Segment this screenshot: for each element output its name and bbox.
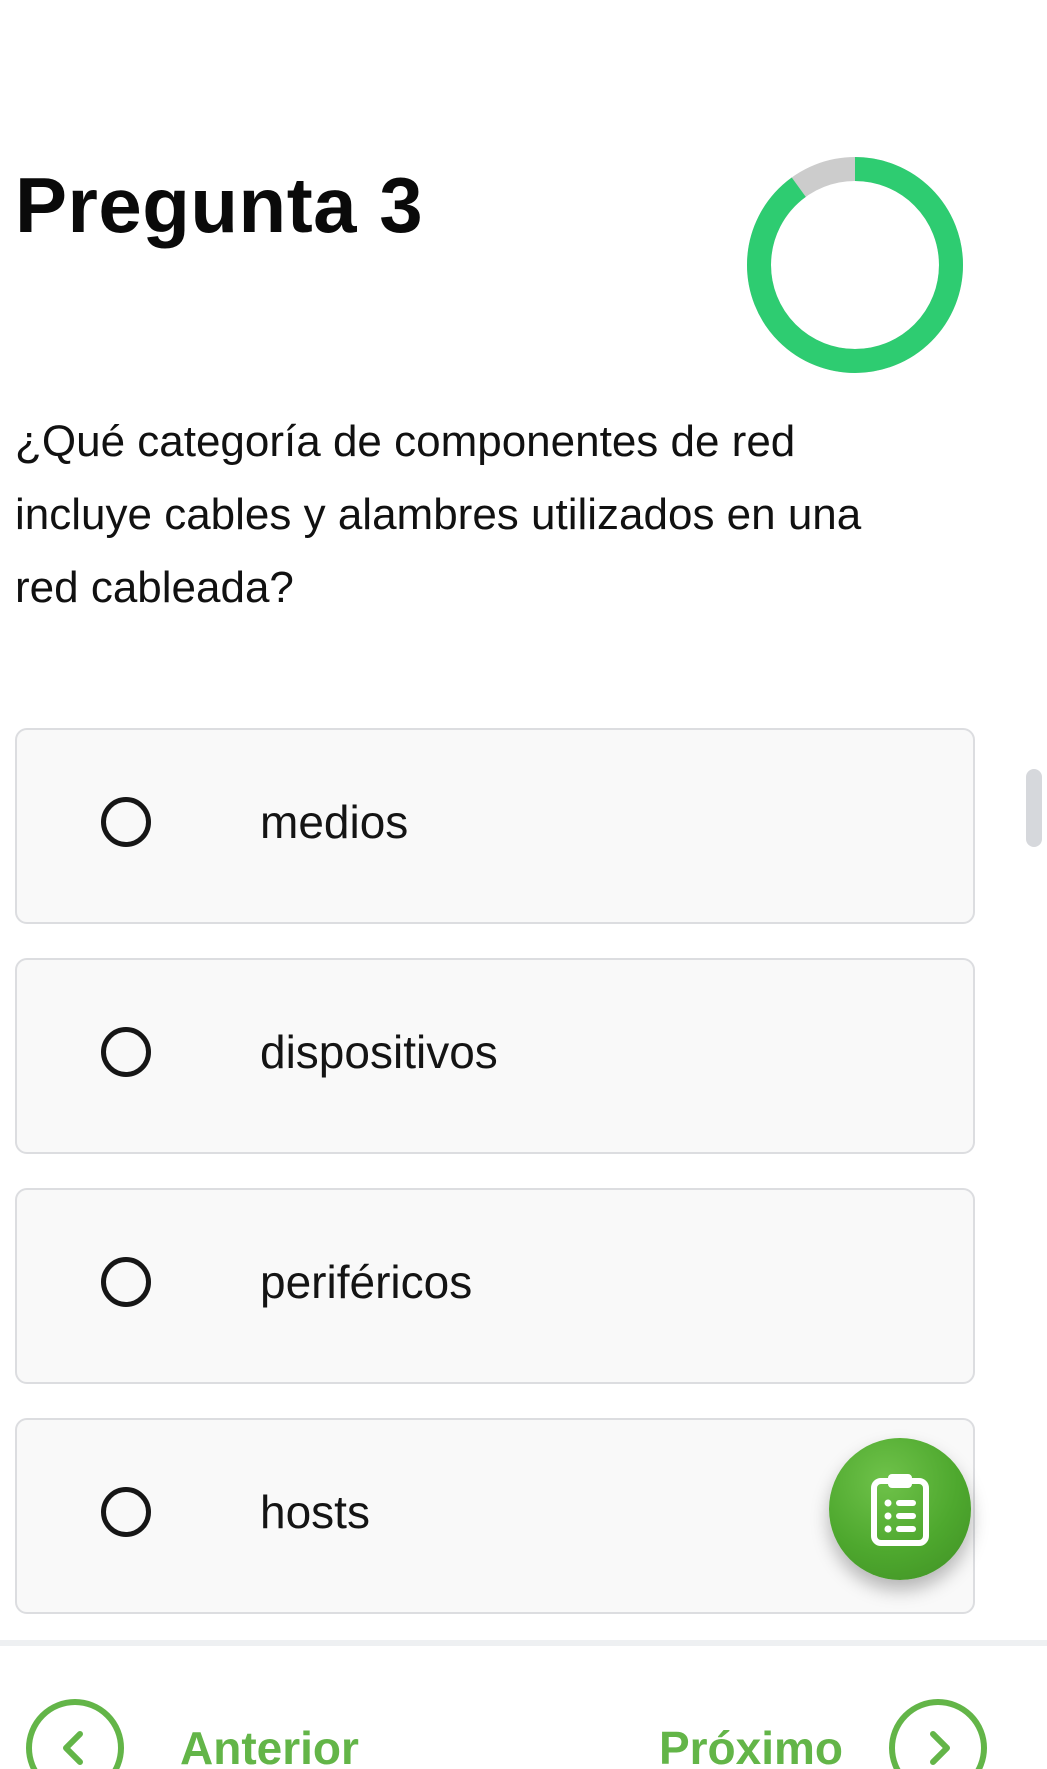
answer-option-medios[interactable]: medios — [15, 728, 975, 924]
clipboard-list-icon — [871, 1474, 929, 1546]
review-questions-button[interactable] — [829, 1438, 971, 1580]
chevron-left-icon — [26, 1699, 124, 1769]
answer-label: medios — [260, 796, 409, 848]
footer-divider — [0, 1640, 1047, 1646]
chevron-right-icon — [889, 1699, 987, 1769]
timer-progress-arc — [747, 157, 963, 373]
answer-label: dispositivos — [260, 1026, 498, 1078]
timer-ring — [747, 157, 963, 373]
question-text: ¿Qué categoría de componentes de red inc… — [15, 417, 862, 612]
radio-button-icon[interactable] — [101, 797, 151, 847]
answer-label: periféricos — [260, 1256, 473, 1308]
question-title: Pregunta 3 — [15, 161, 424, 249]
radio-button-icon[interactable] — [101, 1027, 151, 1077]
scrollbar-thumb[interactable] — [1026, 769, 1042, 847]
answer-label: hosts — [260, 1486, 370, 1538]
answer-option-dispositivos[interactable]: dispositivos — [15, 958, 975, 1154]
previous-button[interactable]: Anterior — [26, 1693, 359, 1769]
next-label: Próximo — [658, 1722, 843, 1769]
radio-button-icon[interactable] — [101, 1257, 151, 1307]
next-button[interactable]: Próximo — [659, 1693, 987, 1769]
quiz-screen: Pregunta 3 ¿Qué categoría de componentes… — [0, 0, 1047, 1769]
previous-label: Anterior — [180, 1722, 359, 1769]
radio-button-icon[interactable] — [101, 1487, 151, 1537]
answer-option-perifericos[interactable]: periféricos — [15, 1188, 975, 1384]
